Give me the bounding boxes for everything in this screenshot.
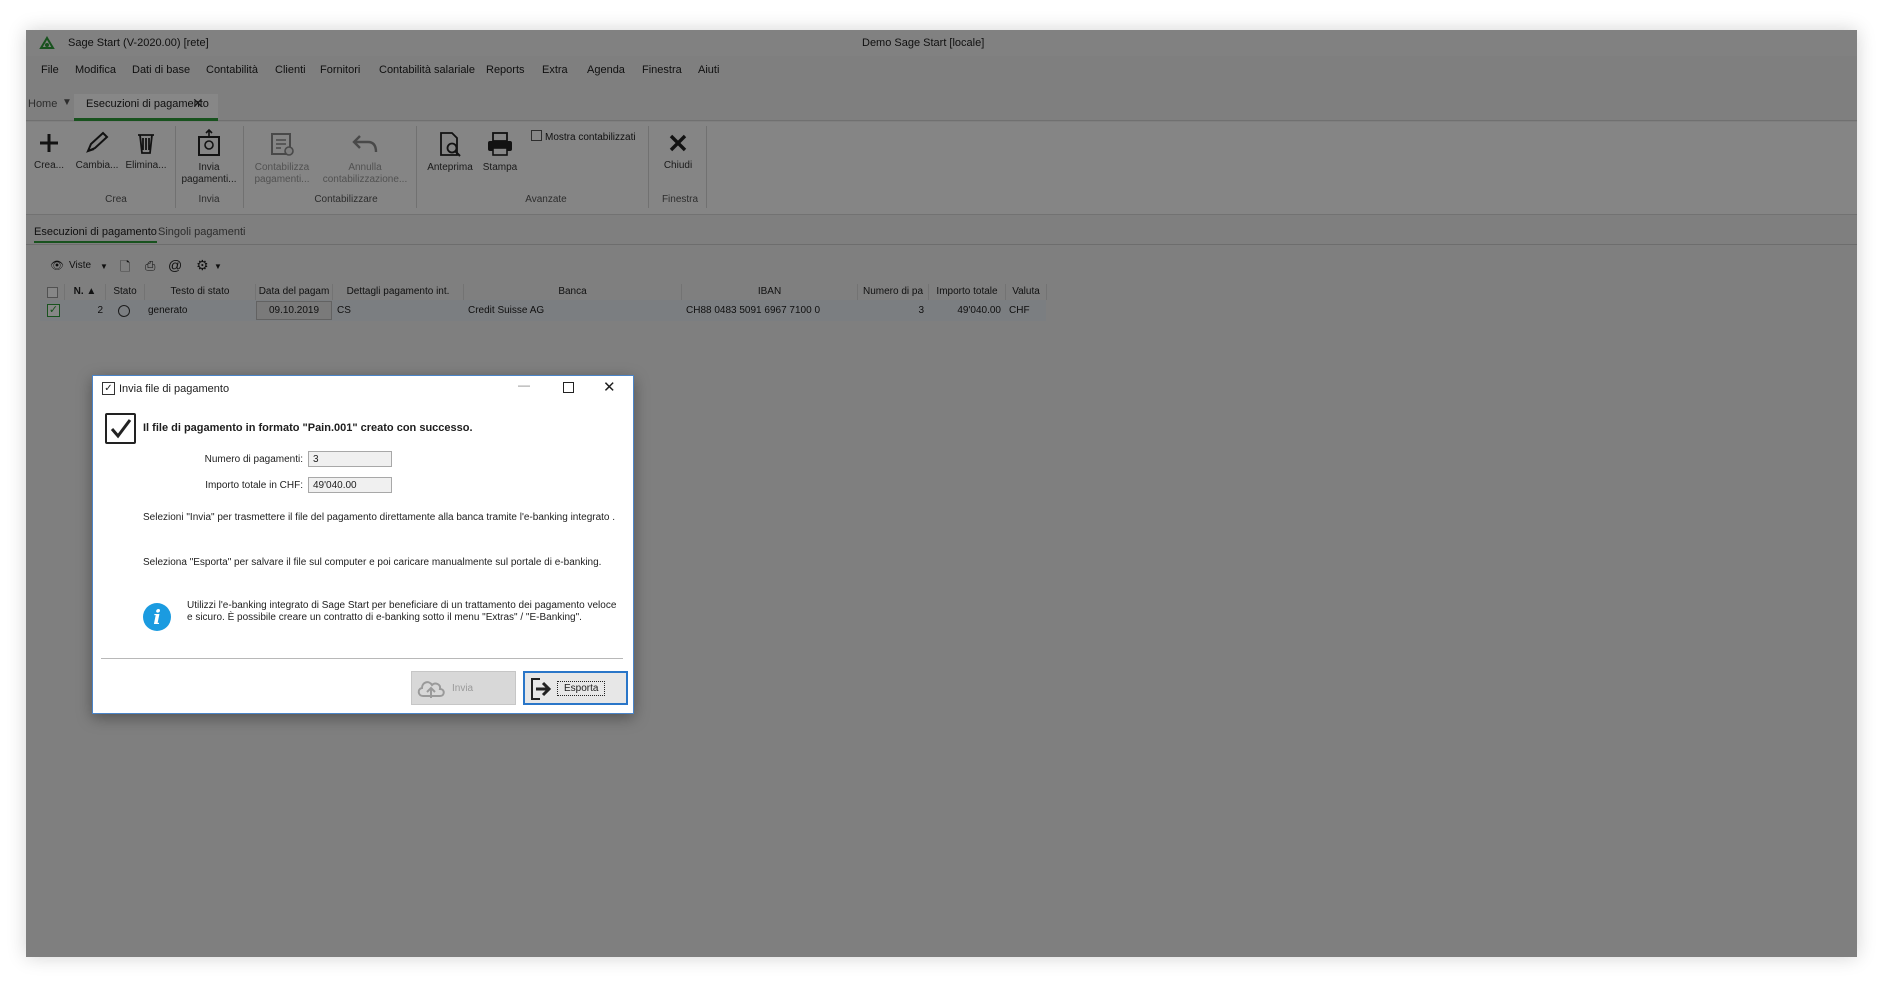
invia-button[interactable]: Invia <box>411 671 516 705</box>
importo-totale-label: Importo totale in CHF: <box>205 480 303 491</box>
numero-pagamenti-label: Numero di pagamenti: <box>204 454 303 465</box>
dialog-divider <box>101 658 623 659</box>
success-headline: Il file di pagamento in formato "Pain.00… <box>143 422 473 434</box>
info-icon: i <box>143 603 171 631</box>
maximize-icon[interactable] <box>563 382 574 393</box>
close-icon[interactable]: ✕ <box>603 378 616 396</box>
info-line-2: e sicuro. È possibile creare un contratt… <box>187 612 582 623</box>
importo-totale-field: 49'040.00 <box>308 477 392 493</box>
export-icon <box>531 678 552 700</box>
minimize-icon[interactable]: — <box>518 378 530 392</box>
dialog-check-icon: ✓ <box>102 382 115 395</box>
dialog-title: Invia file di pagamento <box>119 383 230 395</box>
app-window: Sage Start (V-2020.00) [rete] Demo Sage … <box>26 30 1857 957</box>
cloud-upload-icon <box>417 681 445 698</box>
invia-file-dialog: ✓ Invia file di pagamento — ✕ Il file di… <box>92 375 634 714</box>
esporta-button[interactable]: Esporta <box>523 671 628 705</box>
esporta-instructions: Seleziona "Esporta" per salvare il file … <box>143 557 602 568</box>
success-check-icon <box>105 413 136 444</box>
esporta-label: Esporta <box>557 681 606 696</box>
invia-instructions: Selezioni "Invia" per trasmettere il fil… <box>143 512 616 523</box>
invia-label: Invia <box>452 683 474 694</box>
info-line-1: Utilizzi l'e-banking integrato di Sage S… <box>187 600 617 611</box>
numero-pagamenti-field: 3 <box>308 451 392 467</box>
